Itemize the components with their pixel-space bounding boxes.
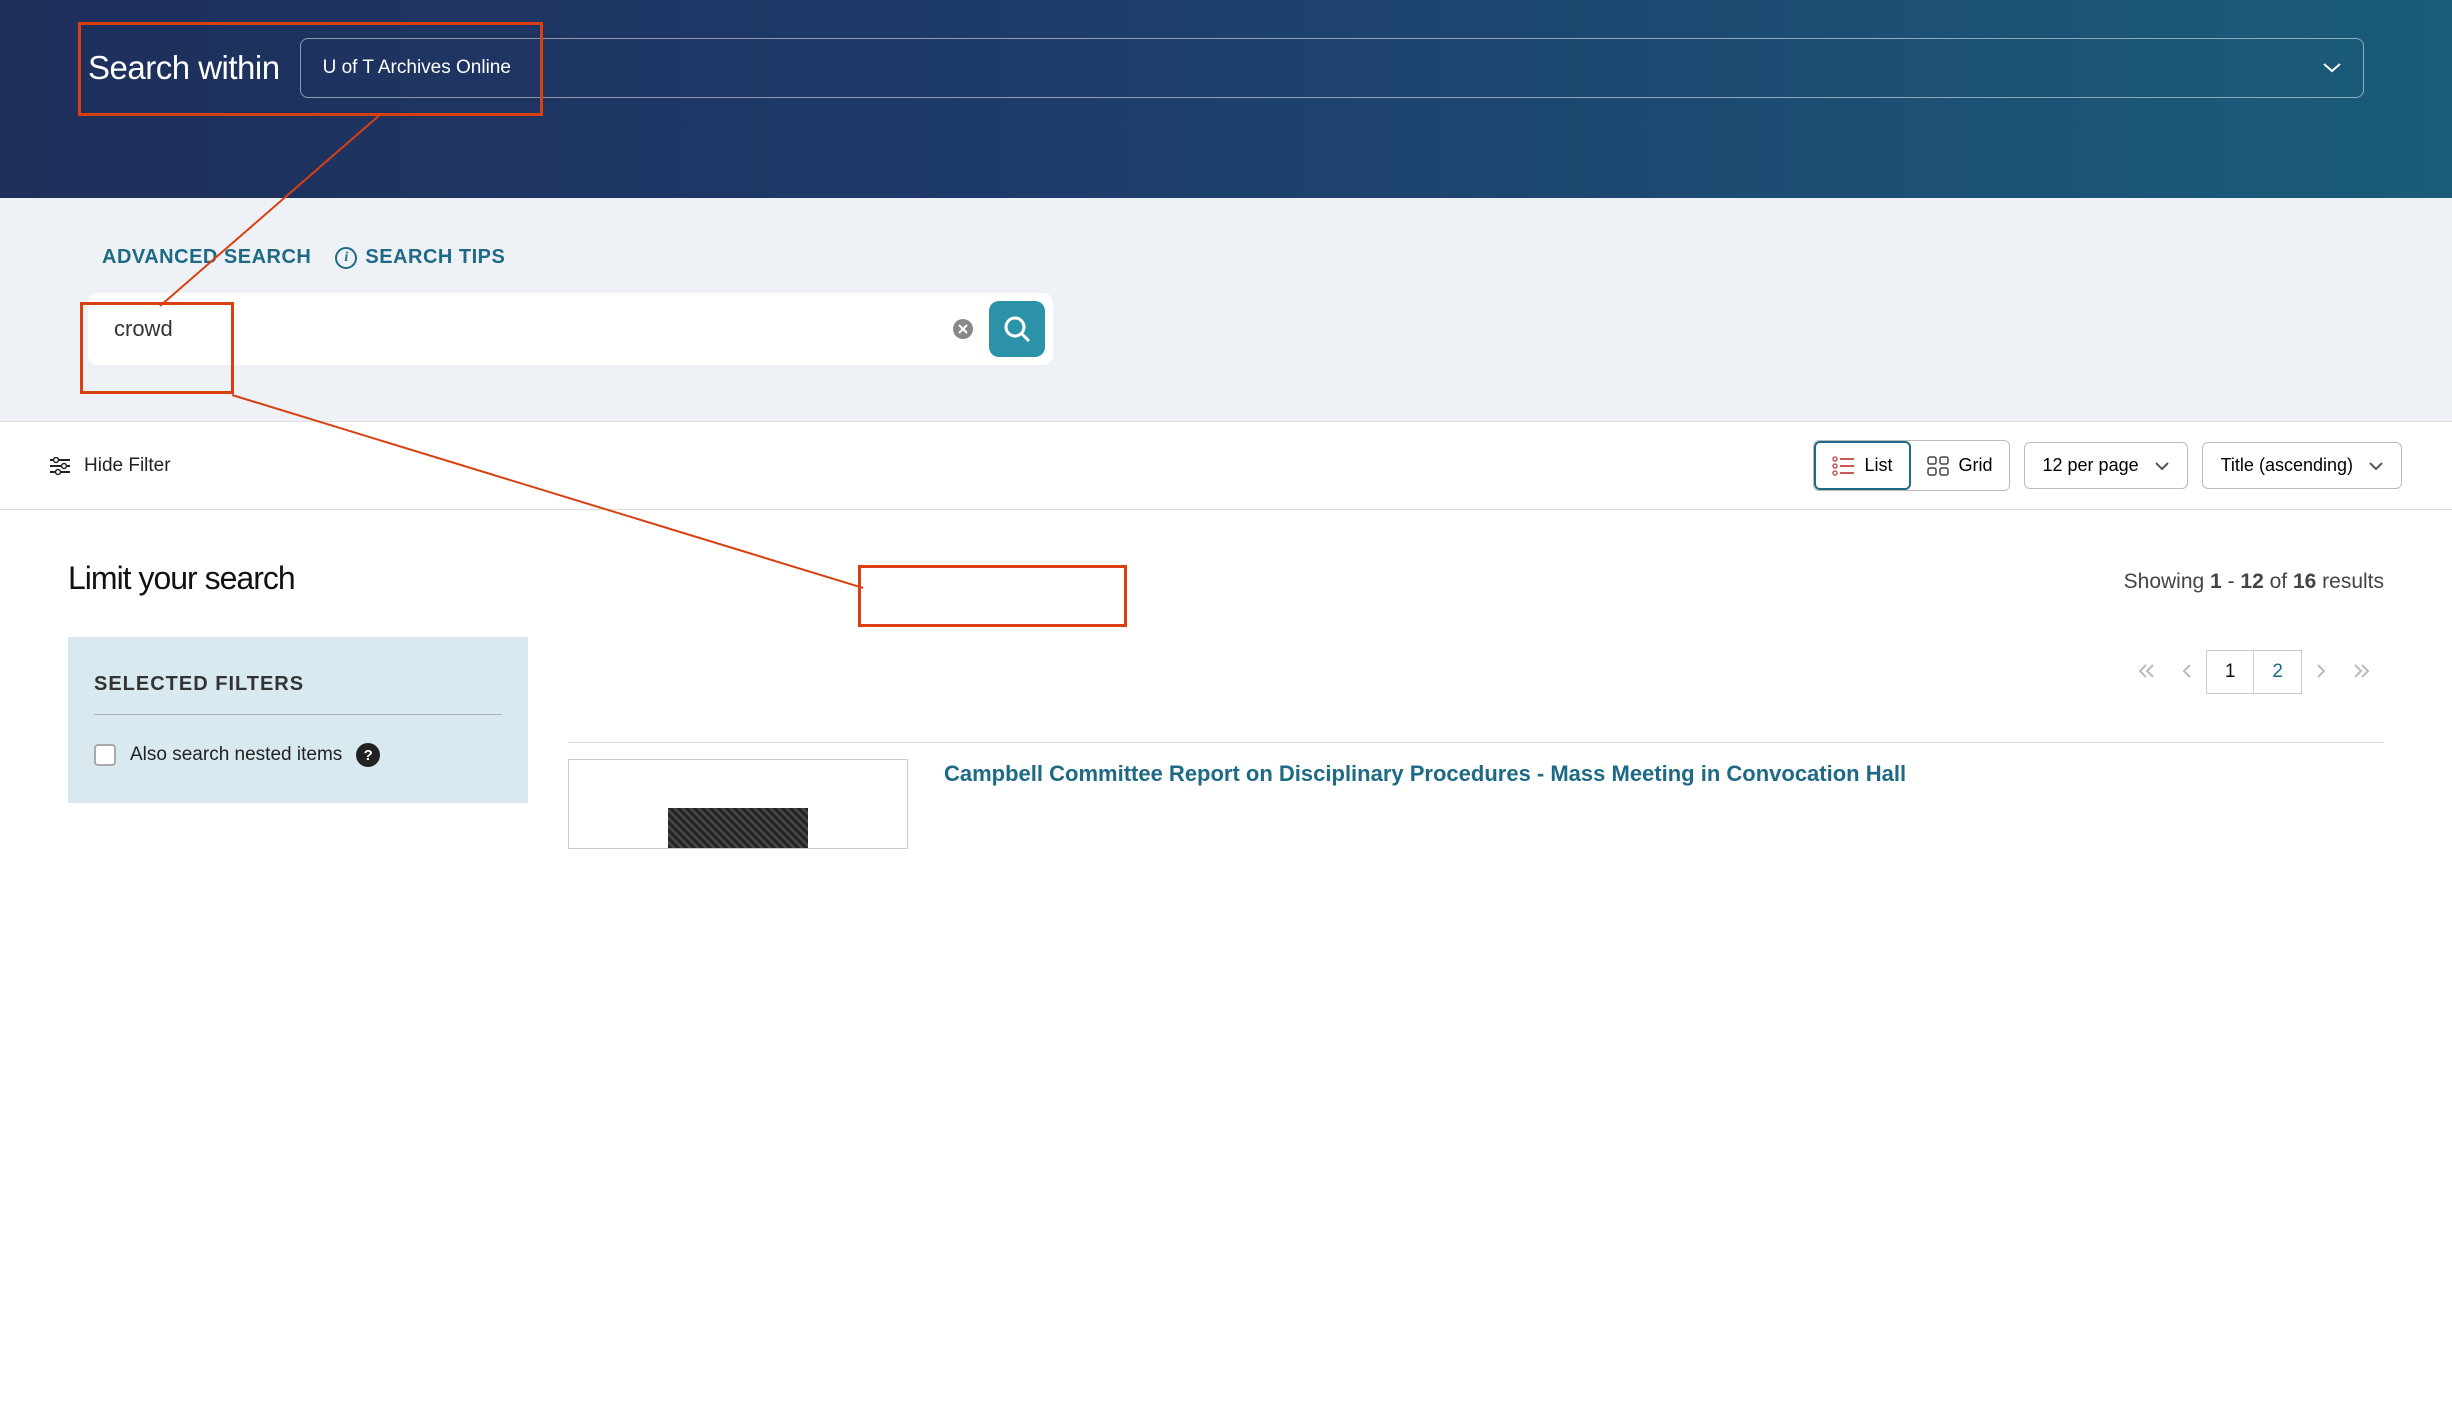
chevron-down-icon bbox=[2155, 462, 2169, 470]
sidebar: Limit your search SELECTED FILTERS Also … bbox=[68, 560, 528, 849]
hide-filter-label: Hide Filter bbox=[84, 455, 171, 477]
view-grid-label: Grid bbox=[1959, 455, 1993, 476]
page-next-button[interactable] bbox=[2302, 652, 2340, 693]
page-prev-button[interactable] bbox=[2168, 652, 2206, 693]
search-input[interactable] bbox=[96, 304, 953, 354]
search-icon bbox=[1003, 315, 1031, 343]
search-tips-label: SEARCH TIPS bbox=[365, 246, 505, 269]
results-area: Limit your search SELECTED FILTERS Also … bbox=[0, 510, 2452, 899]
view-list-label: List bbox=[1864, 455, 1892, 476]
chevron-left-icon bbox=[2182, 664, 2192, 678]
info-icon: i bbox=[335, 247, 357, 269]
advanced-search-link[interactable]: ADVANCED SEARCH bbox=[102, 246, 311, 269]
toolbar-right: List Grid 12 per page Title (ascendi bbox=[1813, 440, 2402, 491]
chevron-double-right-icon bbox=[2354, 664, 2370, 678]
header-band: Search within U of T Archives Online bbox=[0, 0, 2452, 198]
result-row: Campbell Committee Report on Disciplinar… bbox=[568, 742, 2384, 849]
result-thumbnail[interactable] bbox=[568, 759, 908, 849]
pagination: 1 2 bbox=[568, 650, 2384, 694]
page-number-current[interactable]: 1 bbox=[2206, 650, 2255, 694]
chevron-down-icon bbox=[2369, 462, 2383, 470]
result-title-link[interactable]: Campbell Committee Report on Disciplinar… bbox=[944, 759, 1906, 849]
nested-items-row: Also search nested items ? bbox=[94, 743, 502, 767]
page-first-button[interactable] bbox=[2124, 652, 2168, 693]
scope-selector[interactable]: U of T Archives Online bbox=[300, 38, 2364, 98]
page-wrapper: Search within U of T Archives Online ADV… bbox=[0, 0, 2452, 899]
per-page-dropdown[interactable]: 12 per page bbox=[2024, 442, 2188, 489]
hide-filter-button[interactable]: Hide Filter bbox=[50, 455, 171, 477]
filters-panel: SELECTED FILTERS Also search nested item… bbox=[68, 637, 528, 803]
grid-icon bbox=[1927, 456, 1949, 476]
limit-search-heading: Limit your search bbox=[68, 560, 528, 597]
page-last-button[interactable] bbox=[2340, 652, 2384, 693]
filter-icon bbox=[50, 457, 70, 475]
scope-value: U of T Archives Online bbox=[323, 57, 511, 79]
selected-filters-heading: SELECTED FILTERS bbox=[94, 673, 502, 715]
search-button[interactable] bbox=[989, 301, 1045, 357]
chevron-right-icon bbox=[2316, 664, 2326, 678]
nested-checkbox[interactable] bbox=[94, 744, 116, 766]
thumbnail-image bbox=[668, 808, 808, 848]
page-number-2[interactable]: 2 bbox=[2254, 650, 2302, 694]
list-icon bbox=[1832, 456, 1854, 476]
toolbar: Hide Filter List bbox=[0, 421, 2452, 510]
showing-results-text: Showing 1 - 12 of 16 results bbox=[568, 570, 2384, 594]
chevron-double-left-icon bbox=[2138, 664, 2154, 678]
search-area: ADVANCED SEARCH i SEARCH TIPS bbox=[0, 198, 2452, 421]
search-tips-link[interactable]: i SEARCH TIPS bbox=[335, 246, 505, 269]
view-list-button[interactable]: List bbox=[1814, 441, 1910, 490]
main-results: Showing 1 - 12 of 16 results 1 2 bbox=[568, 560, 2384, 849]
sort-dropdown[interactable]: Title (ascending) bbox=[2202, 442, 2402, 489]
view-grid-button[interactable]: Grid bbox=[1911, 441, 2009, 490]
sort-label: Title (ascending) bbox=[2221, 455, 2353, 476]
view-toggle: List Grid bbox=[1813, 440, 2009, 491]
clear-search-icon[interactable] bbox=[953, 319, 973, 339]
search-box bbox=[88, 293, 1053, 365]
nested-label: Also search nested items bbox=[130, 744, 342, 766]
search-links-row: ADVANCED SEARCH i SEARCH TIPS bbox=[88, 246, 2364, 269]
help-icon[interactable]: ? bbox=[356, 743, 380, 767]
per-page-label: 12 per page bbox=[2043, 455, 2139, 476]
search-within-label: Search within bbox=[88, 49, 280, 87]
chevron-down-icon bbox=[2323, 63, 2341, 73]
